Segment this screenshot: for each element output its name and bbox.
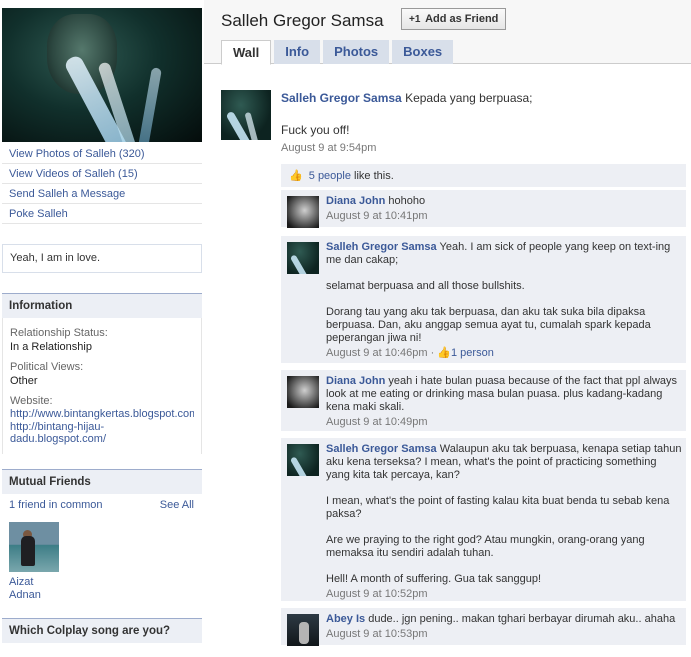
friends-in-common-link[interactable]: 1 friend in common — [9, 499, 103, 514]
comment-timestamp: August 9 at 10:46pm · 👍1 person — [326, 347, 494, 359]
story-author-avatar[interactable] — [221, 90, 271, 140]
send-message-link[interactable]: Send Salleh a Message — [2, 184, 202, 204]
add-friend-button[interactable]: +1 Add as Friend — [401, 8, 507, 30]
comment-text: dude.. jgn pening.. makan tghari berbaya… — [368, 613, 676, 625]
view-photos-link[interactable]: View Photos of Salleh (320) — [2, 144, 202, 164]
comment-paragraph: Dorang tau yang aku tak berpuasa, dan ak… — [326, 306, 651, 344]
add-friend-icon: +1 — [409, 14, 421, 25]
mutual-friends-heading: Mutual Friends — [2, 469, 202, 494]
left-column: View Photos of Salleh (320) View Videos … — [0, 0, 204, 657]
main-column: Salleh Gregor Samsa +1 Add as Friend Wal… — [204, 0, 691, 657]
friend-first-name[interactable]: Aizat — [9, 576, 202, 589]
see-all-link[interactable]: See All — [160, 499, 194, 514]
comment-author[interactable]: Abey Is — [326, 613, 365, 625]
likes-count-link[interactable]: 5 people — [309, 170, 351, 182]
relationship-label: Relationship Status: — [10, 327, 108, 339]
comment-avatar[interactable] — [287, 444, 319, 476]
website-link-2a[interactable]: http://bintang-hijau- — [10, 421, 194, 434]
comment-item: Salleh Gregor Samsa Walaupun aku tak ber… — [281, 437, 686, 601]
likes-bar: 👍 5 people like this. — [281, 164, 686, 187]
comment-avatar[interactable] — [287, 376, 319, 408]
thumbs-up-icon: 👍 — [289, 170, 303, 182]
comment-paragraph: Are we praying to the right god? Atau mu… — [326, 534, 645, 559]
comment-like-icon: 👍 — [437, 347, 451, 359]
profile-header: Salleh Gregor Samsa +1 Add as Friend Wal… — [204, 0, 691, 65]
page-title: Salleh Gregor Samsa — [221, 11, 384, 30]
comment-time-link[interactable]: August 9 at 10:46pm — [326, 347, 428, 359]
comment-timestamp[interactable]: August 9 at 10:41pm — [326, 210, 682, 223]
quiz-box: Which Colplay song are you? — [2, 618, 202, 643]
mutual-friends-box: Mutual Friends 1 friend in common See Al… — [2, 469, 202, 602]
comment-paragraph: I mean, what's the point of fasting kala… — [326, 495, 670, 520]
tab-wall[interactable]: Wall — [221, 40, 272, 65]
comment-item: Diana John yeah i hate bulan puasa becau… — [281, 369, 686, 431]
story-timestamp[interactable]: August 9 at 9:54pm — [281, 142, 376, 154]
tab-info[interactable]: Info — [274, 40, 321, 64]
comment-text: hohoho — [388, 195, 426, 207]
comment-author[interactable]: Diana John — [326, 375, 385, 387]
story-text: Salleh Gregor Samsa Kepada yang berpuasa… — [281, 91, 681, 138]
comment-item: Salleh Gregor Samsa Yeah. I am sick of p… — [281, 235, 686, 363]
information-heading: Information — [2, 293, 202, 318]
political-value: Other — [10, 375, 38, 387]
comment-paragraph: Hell! A month of suffering. Gua tak sang… — [326, 573, 542, 585]
story-line-2: Fuck you off! — [281, 123, 350, 137]
comment-avatar[interactable] — [287, 196, 319, 228]
add-friend-label: Add as Friend — [425, 13, 499, 25]
website-label: Website: — [10, 395, 53, 407]
political-label: Political Views: — [10, 361, 84, 373]
story-line-1: Kepada yang berpuasa; — [405, 91, 533, 105]
comment-item: Diana John hohoho August 9 at 10:41pm — [281, 189, 686, 228]
poke-link[interactable]: Poke Salleh — [2, 204, 202, 224]
tab-photos[interactable]: Photos — [323, 40, 390, 64]
view-videos-link[interactable]: View Videos of Salleh (15) — [2, 164, 202, 184]
website-link-1[interactable]: http://www.bintangkertas.blogspot.com — [10, 408, 194, 421]
comment-timestamp[interactable]: August 9 at 10:53pm — [326, 628, 682, 641]
story-author[interactable]: Salleh Gregor Samsa — [281, 91, 402, 105]
comment-item: Abey Is dude.. jgn pening.. makan tghari… — [281, 607, 686, 646]
comment-timestamp[interactable]: August 9 at 10:49pm — [326, 416, 682, 429]
comment-author[interactable]: Salleh Gregor Samsa — [326, 443, 437, 455]
tab-boxes[interactable]: Boxes — [392, 40, 454, 64]
comment-paragraph: selamat berpuasa and all those bullshits… — [326, 280, 525, 292]
comment-likes-link[interactable]: 1 person — [451, 347, 494, 359]
comment-author[interactable]: Salleh Gregor Samsa — [326, 241, 437, 253]
likes-suffix: like this. — [354, 170, 394, 182]
profile-action-links: View Photos of Salleh (320) View Videos … — [2, 144, 202, 224]
comment-avatar[interactable] — [287, 242, 319, 274]
information-box: Information Relationship Status: In a Re… — [2, 293, 202, 454]
website-link-2b[interactable]: dadu.blogspot.com/ — [10, 433, 194, 446]
friend-avatar[interactable] — [9, 522, 59, 572]
comment-avatar[interactable] — [287, 614, 319, 646]
mutual-friend[interactable]: Aizat Adnan — [2, 514, 202, 602]
profile-tabs: Wall Info Photos Boxes — [221, 40, 454, 65]
comment-author[interactable]: Diana John — [326, 195, 385, 207]
comment-timestamp[interactable]: August 9 at 10:52pm — [326, 588, 682, 601]
quiz-heading[interactable]: Which Colplay song are you? — [2, 618, 202, 643]
relationship-value: In a Relationship — [10, 341, 92, 353]
profile-picture[interactable] — [2, 8, 202, 142]
status-message: Yeah, I am in love. — [2, 244, 202, 273]
friend-last-name[interactable]: Adnan — [9, 589, 202, 602]
wall-feed: Salleh Gregor Samsa Kepada yang berpuasa… — [204, 65, 691, 657]
